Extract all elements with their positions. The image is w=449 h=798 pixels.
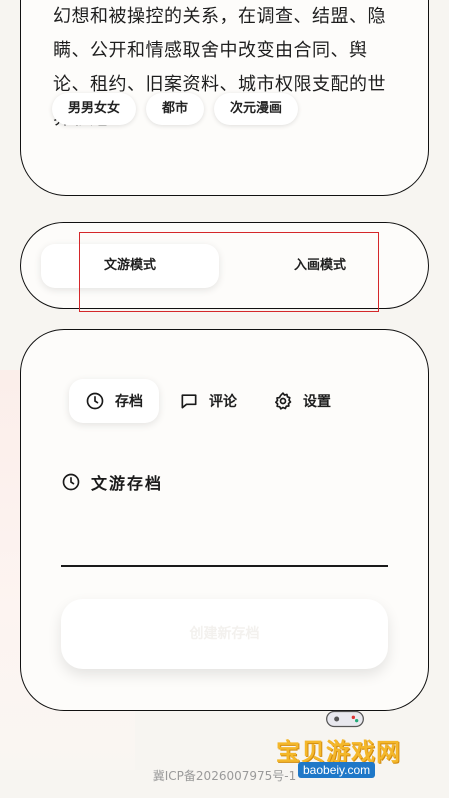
- tab-comments[interactable]: 评论: [163, 379, 253, 423]
- divider: [61, 565, 388, 567]
- mode-switch: 文游模式 入画模式: [20, 222, 429, 309]
- clock-icon: [62, 473, 80, 491]
- mode-tab-picture[interactable]: 入画模式: [231, 244, 409, 288]
- create-save-button[interactable]: 创建新存档: [61, 599, 388, 669]
- gear-icon: [275, 392, 292, 410]
- tag-chip[interactable]: 都市: [146, 93, 205, 125]
- save-panel: 存档 评论 设置 文游存档 创建新存档: [20, 329, 429, 711]
- section-title: 文游存档: [91, 474, 164, 493]
- clock-icon: [86, 392, 104, 410]
- tab-label: 设置: [303, 394, 331, 410]
- tab-settings[interactable]: 设置: [257, 379, 347, 423]
- tab-label: 评论: [209, 394, 237, 410]
- mode-tab-text-game[interactable]: 文游模式: [41, 244, 219, 288]
- tab-saves[interactable]: 存档: [69, 379, 159, 423]
- tag-chip[interactable]: 男男女女: [52, 93, 137, 125]
- tab-label: 存档: [115, 394, 143, 410]
- section-header: 文游存档: [61, 470, 163, 494]
- watermark-brand: 宝贝游戏网: [276, 738, 401, 766]
- tag-list: 男男女女 都市 次元漫画: [52, 93, 299, 125]
- icp-footer[interactable]: 冀ICP备2026007975号-1: [0, 764, 449, 798]
- story-card: 幻想和被操控的关系，在调查、结盟、隐瞒、公开和情感取舍中改变由合同、舆论、租约、…: [20, 0, 429, 196]
- tag-chip[interactable]: 次元漫画: [214, 93, 299, 125]
- comment-icon: [181, 394, 197, 409]
- panel-tabs: 存档 评论 设置: [69, 379, 347, 423]
